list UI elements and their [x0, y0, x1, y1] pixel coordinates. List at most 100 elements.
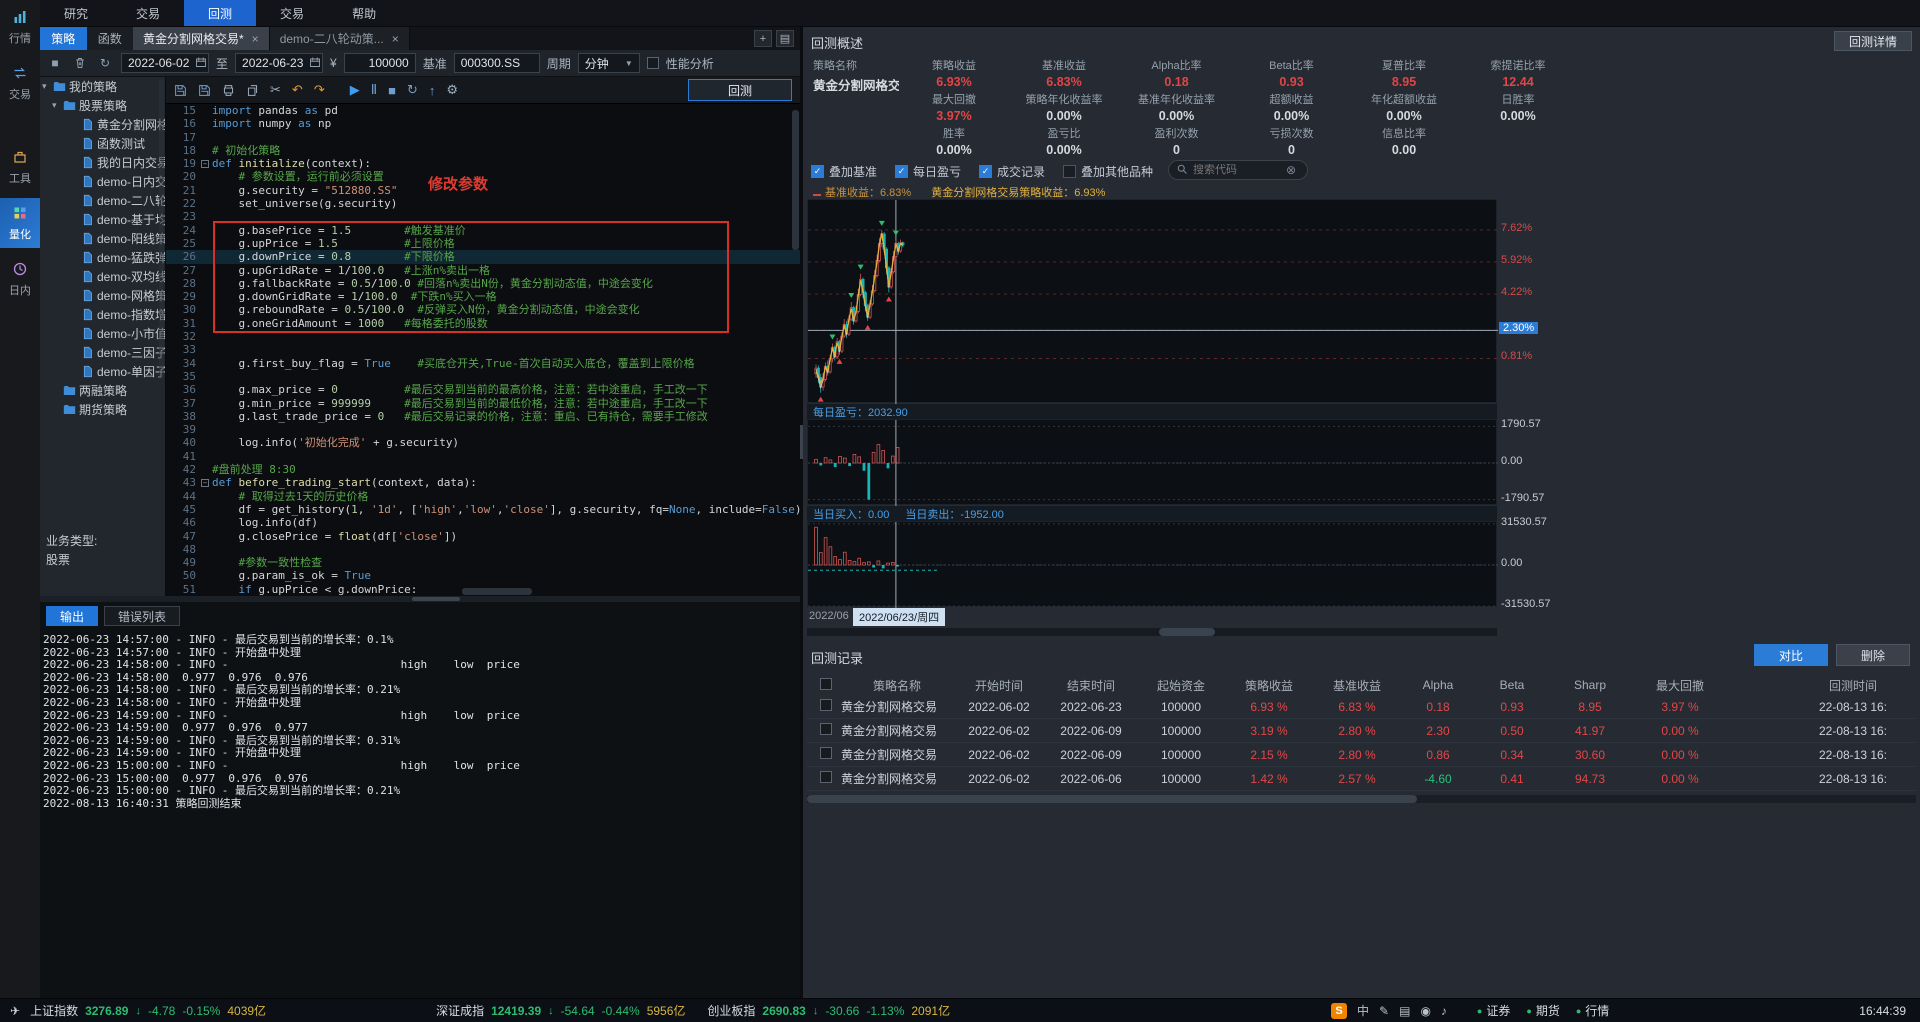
chinese-mode-icon[interactable]: 中 [1357, 1002, 1369, 1019]
select-all-checkbox[interactable] [811, 678, 841, 693]
run-icon[interactable]: ▶ [350, 82, 360, 98]
checkbox-叠加基准[interactable]: ✓叠加基准 [811, 163, 877, 180]
table-row[interactable]: 黄金分割网格交易2022-06-022022-06-091000002.15 %… [807, 743, 1916, 767]
tree-item[interactable]: demo-基于均 [40, 210, 165, 229]
row-checkbox[interactable] [811, 771, 841, 786]
delete-button[interactable]: 删除 [1836, 644, 1910, 666]
tree-item[interactable]: demo-小市值 [40, 324, 165, 343]
editor-vscrollbar[interactable] [792, 108, 799, 588]
pause-icon[interactable]: Ⅱ [371, 82, 377, 98]
menu-item-交易[interactable]: 交易 [256, 0, 328, 26]
row-checkbox[interactable] [811, 699, 841, 714]
editor-tab[interactable]: demo-二八轮动策...× [270, 27, 410, 50]
tree-item[interactable]: demo-指数增 [40, 305, 165, 324]
refresh-icon[interactable]: ↻ [96, 54, 114, 72]
capital-input[interactable]: 100000 [344, 53, 416, 73]
tree-group-期货策略[interactable]: 期货策略 [40, 400, 165, 419]
menu-item-回测[interactable]: 回测 [184, 0, 256, 26]
date-from-input[interactable]: 2022-06-02 [121, 53, 209, 73]
settings-gear-icon[interactable]: ⚙ [446, 82, 458, 98]
row-checkbox[interactable] [811, 747, 841, 762]
save-icon[interactable] [174, 84, 187, 97]
close-icon[interactable]: × [252, 32, 259, 46]
tree-root[interactable]: ▾我的策略 [40, 77, 165, 96]
benchmark-input[interactable]: 000300.SS [454, 53, 540, 73]
fold-marker-icon[interactable]: − [200, 157, 210, 170]
copy-icon[interactable] [246, 84, 259, 97]
left-tab-函数[interactable]: 函数 [87, 27, 134, 50]
trash-icon[interactable] [71, 54, 89, 72]
rail-item-行情[interactable]: 行情 [0, 2, 40, 52]
tree-item[interactable]: demo-三因子 [40, 343, 165, 362]
undo-icon[interactable]: ↶ [292, 82, 303, 98]
save-all-icon[interactable] [198, 84, 211, 97]
tree-item[interactable]: demo-猛跌弹 [40, 248, 165, 267]
stop-small-icon[interactable]: ■ [46, 54, 64, 72]
step-icon[interactable]: ↑ [429, 83, 436, 98]
checkbox-成交记录[interactable]: ✓成交记录 [979, 163, 1045, 180]
table-row[interactable]: 黄金分割网格交易2022-06-022022-06-091000003.19 %… [807, 719, 1916, 743]
checkbox-每日盈亏[interactable]: ✓每日盈亏 [895, 163, 961, 180]
row-checkbox[interactable] [811, 723, 841, 738]
perf-checkbox[interactable] [647, 57, 659, 69]
code-editor[interactable]: 15import pandas as pd16import numpy as n… [166, 104, 800, 596]
calendar-icon[interactable] [195, 56, 207, 71]
close-icon[interactable]: × [392, 32, 399, 46]
menu-item-研究[interactable]: 研究 [40, 0, 112, 26]
return-chart[interactable] [807, 199, 1497, 403]
tree-item[interactable]: demo-单因子 [40, 362, 165, 381]
symbol-search[interactable]: ⊗ [1168, 160, 1308, 180]
cut-icon[interactable]: ✂ [270, 82, 281, 98]
tree-item[interactable]: demo-日内交 [40, 172, 165, 191]
output-tab-输出[interactable]: 输出 [46, 606, 98, 626]
rail-item-日内[interactable]: 日内 [0, 254, 40, 304]
daily-trade-chart[interactable] [807, 521, 1497, 607]
editor-hscrollbar[interactable] [212, 588, 792, 595]
clear-search-icon[interactable]: ⊗ [1286, 163, 1296, 177]
rail-item-交易[interactable]: 交易 [0, 58, 40, 108]
tree-group-两融策略[interactable]: 两融策略 [40, 381, 165, 400]
daily-pnl-chart[interactable] [807, 419, 1497, 505]
menu-item-帮助[interactable]: 帮助 [328, 0, 400, 26]
backtest-detail-button[interactable]: 回测详情 [1834, 31, 1912, 51]
tree-item[interactable]: 我的日内交易 [40, 153, 165, 172]
chart-scrollbar[interactable] [807, 628, 1497, 636]
date-to-input[interactable]: 2022-06-23 [235, 53, 323, 73]
new-tab-button[interactable]: + [754, 30, 772, 47]
tree-item[interactable]: demo-双均线 [40, 267, 165, 286]
rail-item-量化[interactable]: 量化 [0, 198, 40, 248]
stop-icon[interactable]: ■ [388, 83, 396, 98]
output-tab-错误列表[interactable]: 错误列表 [104, 606, 180, 626]
records-table-scrollbar[interactable] [807, 795, 1916, 803]
compare-button[interactable]: 对比 [1754, 644, 1828, 666]
pen-icon[interactable]: ✎ [1379, 1004, 1389, 1018]
keyboard-icon[interactable]: ▤ [1399, 1004, 1410, 1018]
sogou-input-icon[interactable]: S [1331, 1003, 1347, 1019]
tree-item[interactable]: 函数测试 [40, 134, 165, 153]
tree-group-股票策略[interactable]: ▾股票策略 [40, 96, 165, 115]
rail-item-工具[interactable]: 工具 [0, 142, 40, 192]
tree-item[interactable]: demo-阳线策 [40, 229, 165, 248]
tree-item[interactable]: 黄金分割网格 [40, 115, 165, 134]
table-row[interactable]: 黄金分割网格交易2022-06-022022-06-061000001.42 %… [807, 767, 1916, 791]
expand-arrow-icon[interactable]: ▾ [42, 81, 50, 92]
period-select[interactable]: 分钟 ▼ [578, 53, 640, 73]
fold-marker-icon[interactable]: − [200, 476, 210, 489]
editor-tab[interactable]: 黄金分割网格交易*× [133, 27, 270, 50]
print-icon[interactable] [222, 84, 235, 97]
record-icon[interactable]: ◉ [1420, 1004, 1430, 1018]
tree-item[interactable]: demo-二八轮 [40, 191, 165, 210]
tree-scrollbar[interactable] [159, 79, 164, 379]
expand-arrow-icon[interactable]: ▾ [52, 100, 60, 111]
tree-item[interactable]: demo-网格策 [40, 286, 165, 305]
redo-icon[interactable]: ↷ [314, 82, 325, 98]
left-tab-策略[interactable]: 策略 [40, 27, 87, 50]
checkbox-叠加其他品种[interactable]: 叠加其他品种 [1063, 163, 1153, 180]
restart-icon[interactable]: ↻ [407, 82, 418, 98]
search-input[interactable] [1193, 164, 1281, 176]
table-row[interactable]: 黄金分割网格交易2022-06-022022-06-231000006.93 %… [807, 695, 1916, 719]
menu-item-交易[interactable]: 交易 [112, 0, 184, 26]
calendar-icon[interactable] [309, 56, 321, 71]
sound-icon[interactable]: ♪ [1441, 1004, 1447, 1018]
run-backtest-button[interactable]: 回测 [688, 79, 792, 101]
